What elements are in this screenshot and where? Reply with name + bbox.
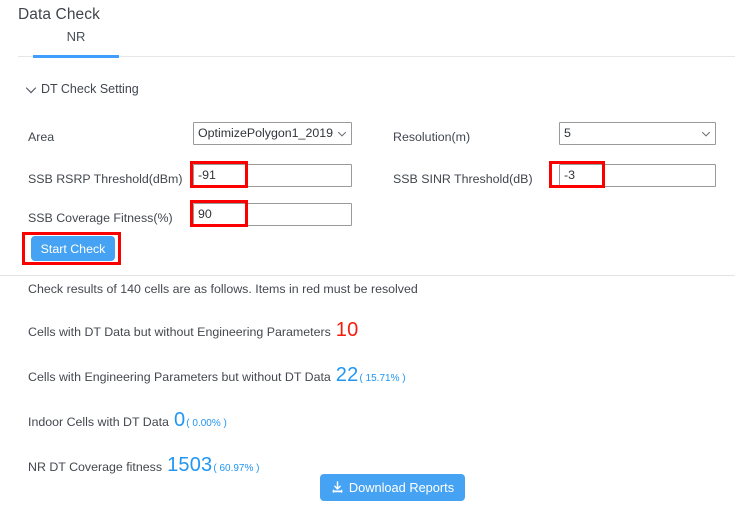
area-label: Area — [28, 130, 55, 144]
dt-check-setting-label: DT Check Setting — [41, 82, 139, 96]
ssb-rsrp-threshold-input[interactable]: -91 — [193, 164, 352, 187]
chevron-down-icon — [701, 123, 711, 144]
result-item-label: Cells with DT Data but without Engineeri… — [28, 325, 331, 340]
chevron-down-icon — [337, 123, 347, 144]
result-item-percent: ( 0.00% ) — [186, 418, 227, 430]
result-item-value: 1503 — [167, 454, 213, 477]
check-results-panel: Check results of 140 cells are as follow… — [28, 283, 718, 500]
result-item-value: 10 — [335, 319, 359, 342]
tab-active-indicator — [33, 55, 119, 58]
result-item-value: 0 — [173, 409, 186, 432]
download-reports-button[interactable]: Download Reports — [320, 474, 465, 501]
tab-bar: NR — [0, 29, 735, 63]
resolution-label: Resolution(m) — [393, 130, 471, 144]
result-item-percent: ( 15.71% ) — [359, 373, 406, 385]
results-summary-text: Check results of 140 cells are as follow… — [28, 282, 418, 296]
results-summary: Check results of 140 cells are as follow… — [28, 282, 718, 296]
ssb-sinr-threshold-label: SSB SINR Threshold(dB) — [393, 172, 533, 186]
resolution-select-value: 5 — [564, 126, 571, 140]
tab-bar-rule — [18, 56, 735, 57]
area-select[interactable]: OptimizePolygon1_2019 — [193, 122, 352, 145]
ssb-sinr-threshold-input[interactable]: -3 — [559, 164, 716, 187]
start-check-button[interactable]: Start Check — [31, 236, 115, 261]
download-reports-label: Download Reports — [348, 480, 455, 495]
result-item-label: Indoor Cells with DT Data — [28, 415, 169, 430]
result-item-label: NR DT Coverage fitness — [28, 460, 163, 475]
result-item-label: Cells with Engineering Parameters but wi… — [28, 370, 331, 385]
result-item-percent: ( 60.97% ) — [213, 463, 260, 475]
ssb-coverage-fitness-label: SSB Coverage Fitness(%) — [28, 211, 173, 225]
tab-nr[interactable]: NR — [33, 29, 119, 44]
section-divider — [0, 275, 735, 276]
result-item-value: 22 — [335, 364, 359, 387]
page-title: Data Check — [18, 6, 100, 23]
result-item-eng-without-dt: Cells with Engineering Parameters but wi… — [28, 365, 718, 385]
result-item-indoor-cells: Indoor Cells with DT Data 0 ( 0.00% ) — [28, 410, 718, 430]
ssb-rsrp-threshold-label: SSB RSRP Threshold(dBm) — [28, 172, 183, 186]
resolution-select[interactable]: 5 — [559, 122, 716, 145]
download-icon — [331, 481, 344, 494]
area-select-value: OptimizePolygon1_2019 — [198, 126, 334, 140]
chevron-down-icon — [24, 83, 38, 97]
result-item-coverage-fitness: NR DT Coverage fitness 1503 ( 60.97% ) — [28, 455, 718, 475]
ssb-coverage-fitness-input[interactable]: 90 — [193, 203, 352, 226]
result-item-dt-without-eng: Cells with DT Data but without Engineeri… — [28, 320, 718, 340]
dt-check-setting-collapse-header[interactable]: DT Check Setting — [24, 82, 139, 96]
